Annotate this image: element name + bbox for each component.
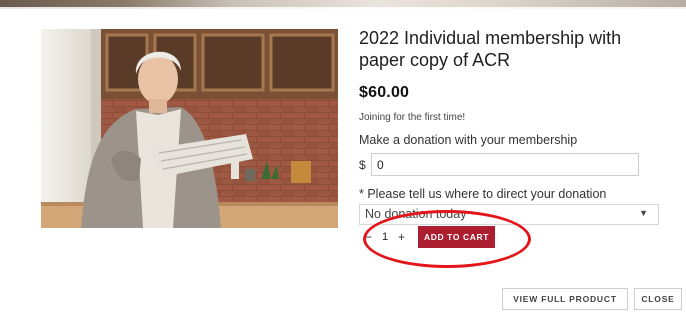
product-photo-illustration — [41, 29, 338, 228]
donation-direction-select[interactable]: No donation today ▼ — [359, 204, 659, 225]
donation-direction-value: No donation today — [365, 207, 467, 221]
product-price: $60.00 — [359, 84, 410, 101]
quick-view-modal: 2022 Individual membership with paper co… — [0, 0, 686, 316]
donation-row: $ — [359, 153, 664, 176]
quantity-decrease-button[interactable]: − — [361, 230, 376, 244]
quantity-value[interactable]: 1 — [376, 231, 394, 243]
close-button[interactable]: CLOSE — [634, 288, 682, 310]
quantity-increase-button[interactable]: + — [394, 230, 409, 244]
product-details: 2022 Individual membership with paper co… — [359, 27, 664, 225]
donation-label: Make a donation with your membership — [359, 133, 578, 147]
donation-amount-input[interactable] — [371, 153, 639, 176]
direct-donation-label: * Please tell us where to direct your do… — [359, 187, 607, 201]
chevron-down-icon: ▼ — [639, 208, 648, 218]
product-image — [41, 29, 338, 228]
currency-symbol: $ — [359, 157, 366, 172]
background-page-strip — [0, 0, 686, 9]
view-full-product-button[interactable]: VIEW FULL PRODUCT — [502, 288, 628, 310]
add-to-cart-button[interactable]: ADD TO CART — [418, 226, 495, 248]
product-title: 2022 Individual membership with paper co… — [359, 28, 622, 70]
joining-note: Joining for the first time! — [359, 112, 466, 123]
cart-row: − 1 + ADD TO CART — [359, 226, 495, 248]
